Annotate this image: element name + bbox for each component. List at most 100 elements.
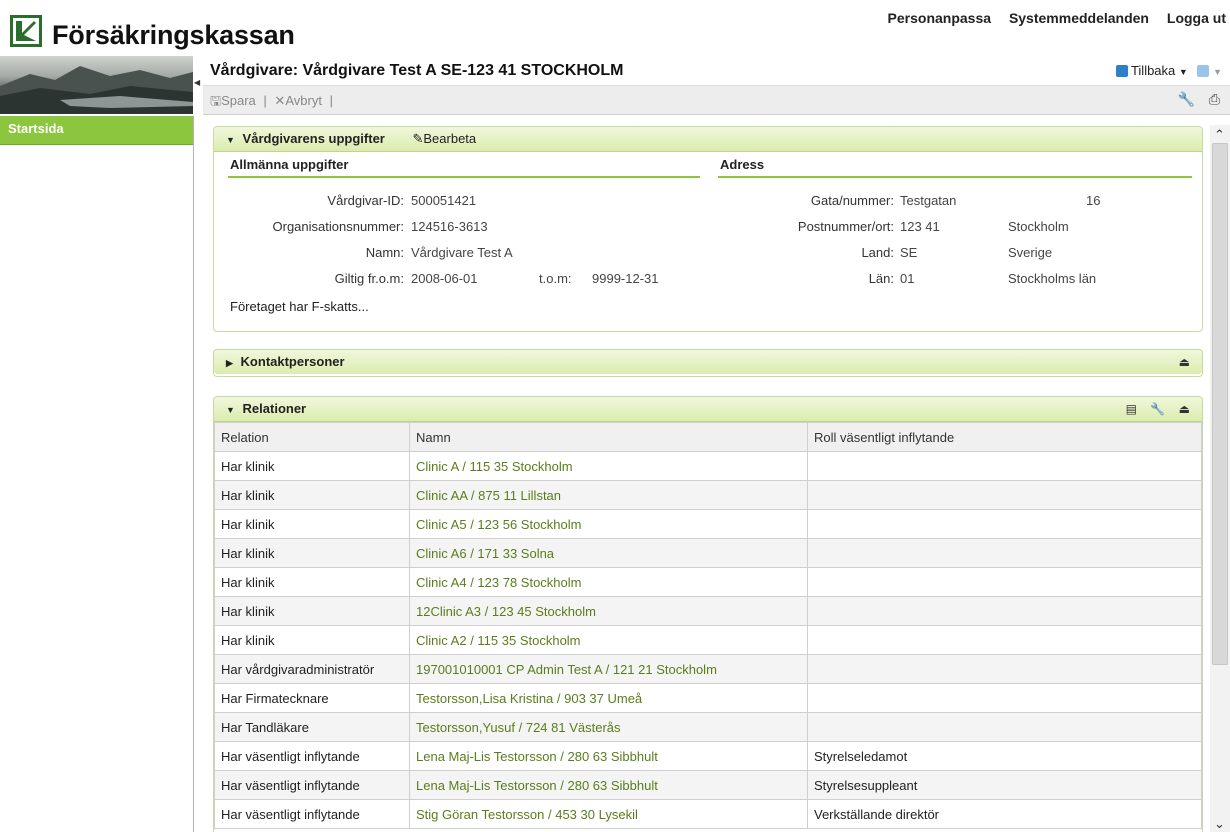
back-button[interactable]: Tillbaka ▼ ▼ bbox=[1115, 63, 1222, 78]
back-label: Tillbaka bbox=[1130, 63, 1176, 78]
landscape-banner bbox=[0, 56, 193, 114]
save-label: Spara bbox=[221, 93, 256, 108]
table-row: Har väsentligt inflytande Lena Maj-Lis Te… bbox=[214, 770, 1202, 800]
table-row: Har Firmatecknare Testorsson,Lisa Kristin… bbox=[214, 683, 1202, 713]
name-link[interactable]: Lena Maj-Lis Testorsson / 280 63 Sibbhul… bbox=[409, 741, 808, 771]
address-section-divider bbox=[718, 176, 1192, 178]
logout-link[interactable]: Logga ut bbox=[1167, 10, 1226, 26]
name-link[interactable]: Clinic A5 / 123 56 Stockholm bbox=[409, 509, 808, 539]
name-link[interactable]: Clinic A2 / 115 35 Stockholm bbox=[409, 625, 808, 655]
tax-note: Företaget har F-skatts... bbox=[230, 299, 369, 314]
name-label: Namn: bbox=[365, 245, 404, 260]
county-name: Stockholms län bbox=[1008, 271, 1097, 286]
role-cell bbox=[807, 538, 1202, 568]
role-cell bbox=[807, 567, 1202, 597]
sidebar-collapse-icon[interactable]: ◀ bbox=[194, 78, 200, 87]
name-link[interactable]: Testorsson,Lisa Kristina / 903 37 Umeå bbox=[409, 683, 808, 713]
scroll-up-icon[interactable]: ⌃ bbox=[1214, 127, 1225, 143]
role-cell: Styrelseledamot bbox=[807, 741, 1202, 771]
relations-table: Relation Namn Roll väsentligt inflytande… bbox=[214, 422, 1202, 829]
column-header-role[interactable]: Roll väsentligt inflytande bbox=[807, 422, 1202, 452]
relation-cell: Har väsentligt inflytande bbox=[214, 741, 410, 771]
relation-cell: Har Firmatecknare bbox=[214, 683, 410, 713]
contacts-header[interactable]: ▶ Kontaktpersoner ⏏ bbox=[214, 350, 1202, 374]
system-messages-link[interactable]: Systemmeddelanden bbox=[1009, 10, 1149, 26]
table-row: Har klinik Clinic AA / 875 11 Lillstan bbox=[214, 480, 1202, 510]
name-link[interactable]: Testorsson,Yusuf / 724 81 Västerås bbox=[409, 712, 808, 742]
toolbar-divider: | bbox=[263, 93, 267, 108]
street-label: Gata/nummer: bbox=[810, 193, 894, 208]
sidebar-item-startsida[interactable]: Startsida bbox=[0, 116, 193, 145]
print-icon[interactable]: ⎙ bbox=[1209, 91, 1220, 107]
role-cell bbox=[807, 480, 1202, 510]
column-header-relation[interactable]: Relation bbox=[214, 422, 410, 452]
scroll-thumb[interactable] bbox=[1212, 143, 1228, 665]
contacts-panel: ▶ Kontaktpersoner ⏏ bbox=[213, 349, 1203, 377]
column-header-name[interactable]: Namn bbox=[409, 422, 808, 452]
name-link[interactable]: 197001010001 CP Admin Test A / 121 21 St… bbox=[409, 654, 808, 684]
table-row: Har vårdgivaradministratör 197001010001 C… bbox=[214, 654, 1202, 684]
provider-id-label: Vårdgivar-ID: bbox=[327, 193, 404, 208]
table-row: Har klinik Clinic A4 / 123 78 Stockholm bbox=[214, 567, 1202, 597]
name-link[interactable]: Clinic A4 / 123 78 Stockholm bbox=[409, 567, 808, 597]
caret-down-icon: ▼ bbox=[226, 135, 235, 145]
table-row: Har Tandläkare Testorsson,Yusuf / 724 81 … bbox=[214, 712, 1202, 742]
provider-details-panel: ▼ Vårdgivarens uppgifter ✎Bearbeta Allmä… bbox=[213, 126, 1203, 332]
name-link[interactable]: Clinic A / 115 35 Stockholm bbox=[409, 451, 808, 481]
brand-name: Försäkringskassan bbox=[52, 20, 295, 50]
relation-cell: Har Tandläkare bbox=[214, 712, 410, 742]
general-section-divider bbox=[228, 176, 700, 178]
relations-header[interactable]: ▼ Relationer ▤ 🔧 ⏏ bbox=[214, 397, 1202, 422]
personalize-link[interactable]: Personanpassa bbox=[888, 10, 992, 26]
wrench-icon[interactable]: 🔧 bbox=[1177, 91, 1194, 107]
scroll-down-icon[interactable]: ⌄ bbox=[1214, 816, 1225, 832]
relation-cell: Har vårdgivaradministratör bbox=[214, 654, 410, 684]
name-link[interactable]: Lena Maj-Lis Testorsson / 280 63 Sibbhul… bbox=[409, 770, 808, 800]
eject-icon[interactable]: ⏏ bbox=[1179, 402, 1190, 416]
save-icon: 🖫 bbox=[210, 93, 222, 108]
address-section-title: Adress bbox=[720, 157, 765, 172]
export-icon[interactable]: ▤ bbox=[1126, 402, 1137, 416]
pencil-icon: ✎ bbox=[412, 131, 424, 146]
street-number: 16 bbox=[1086, 193, 1101, 208]
relations-title: Relationer bbox=[242, 401, 307, 416]
relations-panel: ▼ Relationer ▤ 🔧 ⏏ Relation Namn Roll vä… bbox=[213, 396, 1203, 832]
name-value: Vårdgivare Test A bbox=[411, 245, 513, 260]
forward-dropdown-icon[interactable]: ▼ bbox=[1213, 67, 1222, 77]
country-label: Land: bbox=[861, 245, 894, 260]
role-cell bbox=[807, 596, 1202, 626]
role-cell bbox=[807, 625, 1202, 655]
provider-details-header[interactable]: ▼ Vårdgivarens uppgifter ✎Bearbeta bbox=[214, 127, 1202, 152]
edit-label: Bearbeta bbox=[423, 131, 477, 146]
provider-details-title: Vårdgivarens uppgifter bbox=[242, 131, 385, 146]
eject-icon[interactable]: ⏏ bbox=[1179, 355, 1190, 369]
table-row: Har klinik Clinic A2 / 115 35 Stockholm bbox=[214, 625, 1202, 655]
save-button[interactable]: 🖫Spara bbox=[210, 93, 256, 108]
street-value: Testgatan bbox=[900, 193, 957, 208]
cancel-label: Avbryt bbox=[285, 93, 322, 108]
top-nav: Personanpassa Systemmeddelanden Logga ut bbox=[874, 10, 1226, 26]
content-scrollbar[interactable]: ⌃ ⌄ bbox=[1210, 125, 1230, 832]
role-cell: Styrelsesuppleant bbox=[807, 770, 1202, 800]
name-link[interactable]: Clinic A6 / 171 33 Solna bbox=[409, 538, 808, 568]
role-cell bbox=[807, 712, 1202, 742]
relations-table-body: Har klinik Clinic A / 115 35 Stockholm Ha… bbox=[214, 451, 1202, 829]
back-dropdown-icon[interactable]: ▼ bbox=[1179, 67, 1188, 77]
postal-label: Postnummer/ort: bbox=[797, 219, 894, 234]
relation-cell: Har klinik bbox=[214, 596, 410, 626]
wrench-icon[interactable]: 🔧 bbox=[1150, 402, 1165, 416]
title-bar: Vårdgivare: Vårdgivare Test A SE-123 41 … bbox=[203, 57, 1230, 85]
cancel-button[interactable]: ✕Avbryt bbox=[274, 93, 322, 108]
name-link[interactable]: Clinic AA / 875 11 Lillstan bbox=[409, 480, 808, 510]
country-code: SE bbox=[900, 245, 918, 260]
close-icon: ✕ bbox=[274, 93, 286, 108]
relation-cell: Har klinik bbox=[214, 480, 410, 510]
role-cell bbox=[807, 451, 1202, 481]
forward-arrow-icon[interactable] bbox=[1197, 65, 1210, 77]
name-link[interactable]: 12Clinic A3 / 123 45 Stockholm bbox=[409, 596, 808, 626]
name-link[interactable]: Stig Göran Testorsson / 453 30 Lysekil bbox=[409, 799, 808, 829]
relation-cell: Har väsentligt inflytande bbox=[214, 799, 410, 829]
edit-button[interactable]: ✎Bearbeta bbox=[412, 131, 476, 146]
relation-cell: Har klinik bbox=[214, 567, 410, 597]
county-code: 01 bbox=[900, 271, 915, 286]
